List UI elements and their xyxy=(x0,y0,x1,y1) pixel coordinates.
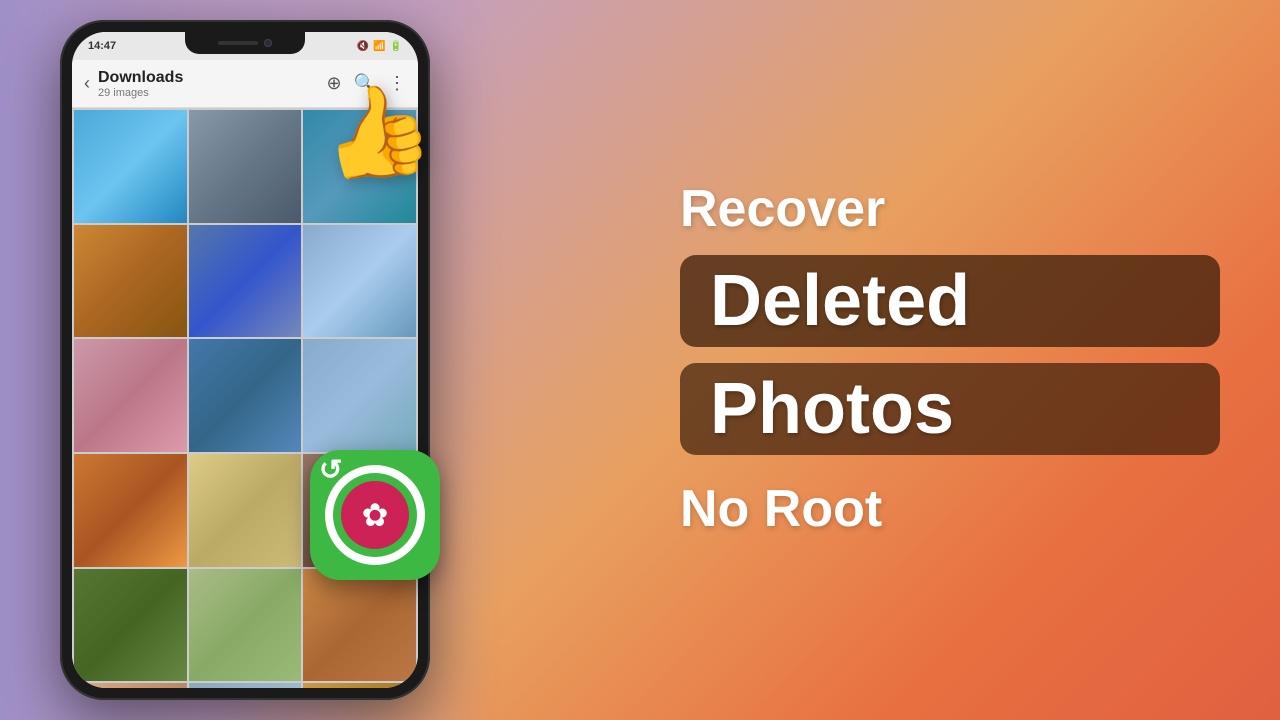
phone-notch xyxy=(185,32,305,54)
list-item[interactable] xyxy=(74,225,187,338)
recover-heading: Recover xyxy=(680,181,1220,238)
list-item[interactable] xyxy=(189,454,302,567)
list-item[interactable] xyxy=(74,110,187,223)
list-item[interactable] xyxy=(303,339,416,452)
battery-icon: 🔋 xyxy=(390,41,402,52)
list-item[interactable] xyxy=(303,569,416,682)
list-item[interactable] xyxy=(74,569,187,682)
back-button[interactable]: ‹ xyxy=(84,73,90,94)
app-icon-background: ✿ xyxy=(310,450,440,580)
photo-grid xyxy=(72,108,418,688)
list-item[interactable] xyxy=(189,225,302,338)
main-background: 14:47 🔇 📶 🔋 ‹ Downloads 29 images xyxy=(0,0,1280,720)
folder-name: Downloads xyxy=(98,69,318,87)
photos-text-box: Photos xyxy=(680,363,1220,455)
app-icon-inner: ✿ xyxy=(341,481,409,549)
folder-count: 29 images xyxy=(98,87,318,99)
deleted-text-box: Deleted xyxy=(680,255,1220,347)
mute-icon: 🔇 xyxy=(357,41,369,52)
status-time: 14:47 xyxy=(88,40,116,52)
photos-heading: Photos xyxy=(710,373,1190,445)
thumbs-up-emoji: 👍 xyxy=(312,71,441,194)
right-content-area: Recover Deleted Photos No Root xyxy=(600,0,1280,720)
list-item[interactable] xyxy=(189,110,302,223)
flower-icon: ✿ xyxy=(362,496,389,534)
folder-title: Downloads 29 images xyxy=(98,69,318,99)
list-item[interactable] xyxy=(74,683,187,688)
list-item[interactable] xyxy=(303,683,416,688)
app-icon[interactable]: ✿ xyxy=(310,450,440,580)
list-item[interactable] xyxy=(74,339,187,452)
list-item[interactable] xyxy=(189,569,302,682)
phone-speaker xyxy=(218,41,258,45)
noroot-heading: No Root xyxy=(680,479,1220,539)
deleted-heading: Deleted xyxy=(710,265,1190,337)
list-item[interactable] xyxy=(74,454,187,567)
app-icon-circle: ✿ xyxy=(325,465,425,565)
list-item[interactable] xyxy=(189,683,302,688)
list-item[interactable] xyxy=(189,339,302,452)
list-item[interactable] xyxy=(303,225,416,338)
signal-icon: 📶 xyxy=(373,41,385,52)
status-icons: 🔇 📶 🔋 xyxy=(357,41,402,52)
phone-camera xyxy=(264,39,272,47)
